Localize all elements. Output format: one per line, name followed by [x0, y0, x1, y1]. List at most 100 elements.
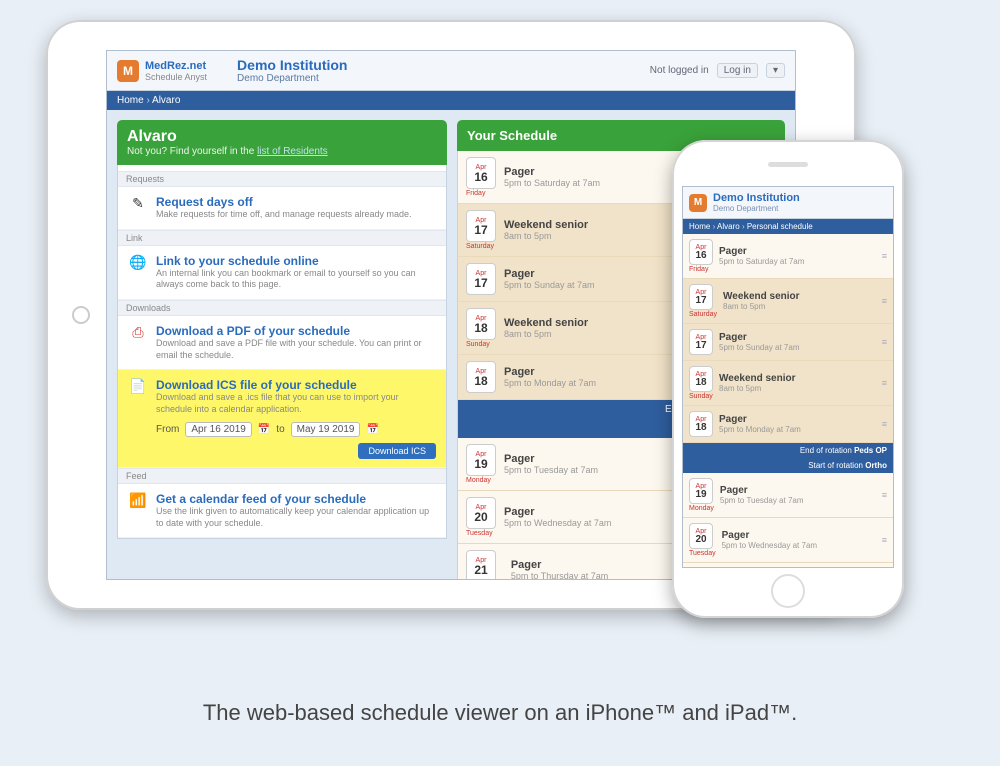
top-bar: M MedRez.net Schedule Anyst Demo Institu… — [107, 51, 795, 91]
request-desc: Make requests for time off, and manage r… — [156, 209, 411, 221]
crumb-current: Alvaro — [146, 95, 180, 106]
speaker-icon — [768, 162, 808, 167]
schedule-item[interactable]: Apr16FridayPager5pm to Saturday at 7am≡ — [683, 234, 893, 279]
ics-icon: 📄 — [128, 378, 148, 458]
login-status: Not logged in — [650, 65, 709, 76]
user-header: Alvaro Not you? Find yourself in the lis… — [117, 120, 447, 165]
request-title: Request days off — [156, 195, 411, 209]
logo-icon: M — [689, 194, 707, 212]
day-of-week: Sunday — [689, 393, 713, 400]
home-button-icon — [72, 306, 90, 324]
item-handle-icon: ≡ — [882, 378, 887, 388]
schedule-item[interactable]: Apr20TuesdayPager5pm to Wednesday at 7am… — [683, 518, 893, 563]
action-link-schedule[interactable]: 🌐 Link to your schedule online An intern… — [118, 246, 446, 300]
action-calendar-feed[interactable]: 📶 Get a calendar feed of your schedule U… — [118, 484, 446, 538]
shift-time: 8am to 5pm — [723, 302, 800, 311]
shift-role: Pager — [719, 414, 801, 425]
action-request-days-off[interactable]: ✎ Request days off Make requests for tim… — [118, 187, 446, 230]
user-name: Alvaro — [127, 128, 437, 146]
shift-time: 8am to 5pm — [504, 329, 588, 339]
globe-icon: 🌐 — [128, 254, 148, 291]
ics-to-date[interactable]: May 19 2019 — [291, 422, 361, 437]
day-of-week: Friday — [689, 266, 713, 273]
shift-role: Pager — [504, 366, 596, 378]
logo-icon: M — [117, 60, 139, 82]
shift-time: 5pm to Saturday at 7am — [719, 257, 804, 266]
shift-time: 8am to 5pm — [504, 231, 588, 241]
ics-title: Download ICS file of your schedule — [156, 378, 436, 392]
crumb-user[interactable]: Alvaro — [713, 222, 740, 231]
ics-from-date[interactable]: Apr 16 2019 — [185, 422, 252, 437]
schedule-item[interactable]: Apr19MondayPager5pm to Tuesday at 7am≡ — [683, 473, 893, 518]
shift-role: Pager — [719, 332, 800, 343]
residents-link[interactable]: list of Residents — [257, 146, 328, 157]
feed-icon: 📶 — [128, 492, 148, 529]
ics-to-label: to — [276, 424, 284, 435]
date-badge: Apr18 — [466, 361, 496, 393]
rotation-end-service: Peds OP — [854, 446, 887, 455]
action-download-ics[interactable]: 📄 Download ICS file of your schedule Dow… — [118, 370, 446, 467]
shift-time: 5pm to Tuesday at 7am — [720, 496, 804, 505]
calendar-icon[interactable]: 📅 — [366, 424, 378, 435]
shift-time: 5pm to Sunday at 7am — [719, 343, 800, 352]
ics-from-label: From — [156, 424, 179, 435]
brand-name: MedRez.net — [145, 60, 207, 72]
schedule-item[interactable]: Apr18SundayWeekend senior8am to 5pm≡ — [683, 361, 893, 406]
download-ics-button[interactable]: Download ICS — [358, 443, 436, 459]
shift-time: 5pm to Wednesday at 7am — [722, 541, 817, 550]
date-badge: Apr20 — [689, 523, 713, 549]
schedule-item[interactable]: Apr17 Pager5pm to Sunday at 7am ≡ — [683, 324, 893, 361]
calendar-icon[interactable]: 📅 — [258, 424, 270, 435]
date-badge: Apr18 — [689, 366, 713, 392]
rotation-end-label: End of rotation — [800, 446, 852, 455]
login-button[interactable]: Log in — [717, 63, 758, 78]
department-name: Demo Department — [237, 73, 347, 84]
shift-time: 8am to 5pm — [719, 384, 796, 393]
shift-time: 5pm to Sunday at 7am — [504, 280, 595, 290]
brand-logo[interactable]: M MedRez.net Schedule Anyst — [117, 60, 207, 82]
schedule-item[interactable]: Apr21WednesdayPager5pm to Thursday at 7a… — [683, 563, 893, 568]
date-badge: Apr20 — [466, 497, 496, 529]
shift-role: Weekend senior — [504, 317, 588, 329]
pdf-desc: Download and save a PDF file with your s… — [156, 338, 436, 361]
date-badge: Apr18 — [689, 411, 713, 437]
shift-time: 5pm to Thursday at 7am — [511, 571, 608, 580]
day-of-week: Monday — [689, 505, 714, 512]
action-download-pdf[interactable]: ⎙ Download a PDF of your schedule Downlo… — [118, 316, 446, 370]
date-badge: Apr17 — [689, 284, 713, 310]
crumb-home[interactable]: Home — [689, 222, 710, 231]
crumb-home[interactable]: Home — [117, 95, 144, 106]
item-handle-icon: ≡ — [882, 251, 887, 261]
date-badge: Apr16 — [466, 157, 496, 189]
schedule-item[interactable]: Apr17SaturdayWeekend senior8am to 5pm≡ — [683, 279, 893, 324]
iphone-device: M Demo Institution Demo Department Home … — [672, 140, 904, 618]
item-handle-icon: ≡ — [882, 490, 887, 500]
phone-institution: Demo Institution — [713, 192, 800, 204]
rotation-start-label: Start of rotation — [808, 461, 863, 470]
shift-role: Weekend senior — [504, 219, 588, 231]
shift-role: Pager — [504, 268, 595, 280]
shift-role: Pager — [504, 166, 600, 178]
menu-chevron-icon[interactable]: ▾ — [766, 63, 785, 78]
left-panel: Alvaro Not you? Find yourself in the lis… — [117, 120, 447, 580]
feed-desc: Use the link given to automatically keep… — [156, 506, 436, 529]
breadcrumb: Home Alvaro — [107, 91, 795, 110]
item-handle-icon: ≡ — [882, 535, 887, 545]
home-button-icon — [771, 574, 805, 608]
link-desc: An internal link you can bookmark or ema… — [156, 268, 436, 291]
item-handle-icon: ≡ — [882, 337, 887, 347]
section-downloads: Downloads — [118, 300, 446, 316]
shift-time: 5pm to Monday at 7am — [504, 378, 596, 388]
day-of-week: Tuesday — [689, 550, 716, 557]
day-of-week: Monday — [466, 477, 496, 484]
pdf-title: Download a PDF of your schedule — [156, 324, 436, 338]
date-badge: Apr17 — [689, 329, 713, 355]
rotation-start-service: Ortho — [865, 461, 887, 470]
day-of-week: Friday — [466, 190, 496, 197]
phone-screen: M Demo Institution Demo Department Home … — [682, 186, 894, 568]
crumb-page: Personal schedule — [742, 222, 813, 231]
schedule-item[interactable]: Apr18Pager5pm to Monday at 7am≡ — [683, 406, 893, 443]
link-title: Link to your schedule online — [156, 254, 436, 268]
figure-caption: The web-based schedule viewer on an iPho… — [0, 700, 1000, 726]
date-badge: Apr19 — [689, 478, 713, 504]
